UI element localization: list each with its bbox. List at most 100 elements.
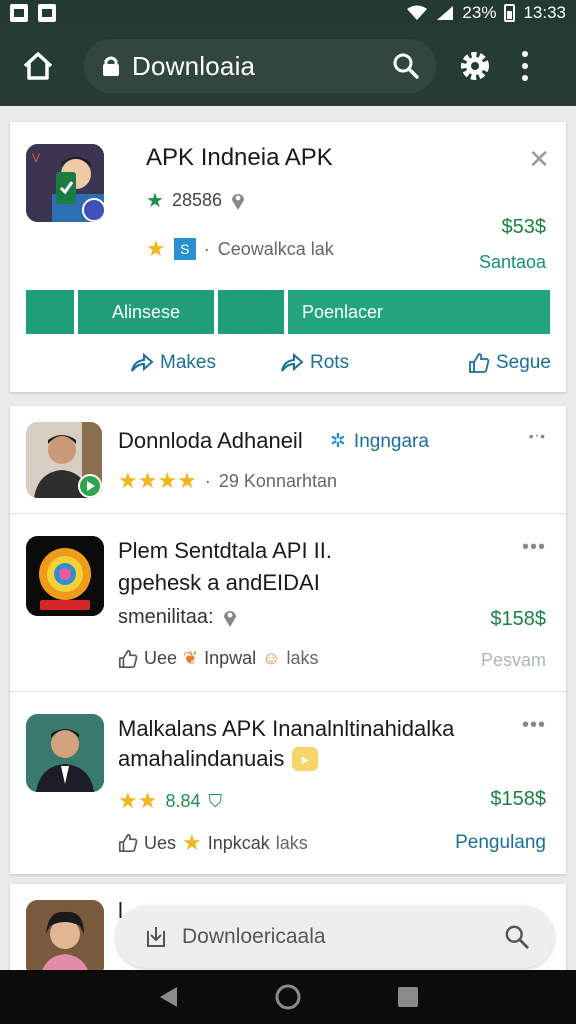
app-price: $158$ <box>490 608 546 630</box>
gallery-notification-icon <box>10 4 28 22</box>
more-options-icon[interactable]: ••• <box>522 536 546 559</box>
list-item[interactable]: Donnloda Adhaneil ✲ Ingngara •‧• ★★★★ · … <box>10 406 566 514</box>
colorful-app-icon <box>26 536 104 616</box>
app-title-line2-row: amahalindanuais ▸ <box>118 746 319 772</box>
url-text: Downloaia <box>132 50 256 81</box>
star-icon: ★★ <box>118 788 158 813</box>
person-photo-icon <box>26 714 104 792</box>
status-bar: 23% 13:33 <box>0 0 576 26</box>
app-title-line2: gpehesk a andEIDAI <box>118 570 320 595</box>
app-title-line1: Malkalans APK Inanalnltinahidalka <box>118 716 455 741</box>
more-options-icon[interactable]: ••• <box>522 714 546 737</box>
svg-text:V: V <box>32 151 40 165</box>
dot <box>522 63 528 69</box>
browser-toolbar: Downloaia <box>0 26 576 106</box>
developer-badge-icon: S <box>173 238 196 260</box>
back-icon[interactable] <box>157 985 179 1009</box>
separator-dot: · <box>204 470 211 491</box>
app-avatar-icon <box>26 714 104 792</box>
shield-check-icon: ⛉ <box>208 790 223 811</box>
more-options-icon[interactable]: •‧• <box>529 428 546 445</box>
rating-row: ★ 28586 <box>146 188 246 213</box>
app-subtitle: smenilitaa: <box>118 606 214 628</box>
app-action-link[interactable]: Pengulang <box>455 832 546 854</box>
app-illustration-icon: V <box>26 144 104 222</box>
app-avatar-icon <box>26 422 102 498</box>
recents-icon[interactable] <box>397 986 419 1008</box>
search-icon[interactable] <box>504 924 530 950</box>
home-circle-icon[interactable] <box>274 983 302 1011</box>
forward-action[interactable]: Rots <box>280 352 349 374</box>
wifi-icon <box>406 5 428 21</box>
app-avatar-icon <box>26 900 104 978</box>
search-placeholder: Downloericaala <box>182 925 326 948</box>
system-navigation-bar <box>0 970 576 1024</box>
rating-row: ★★ 8.84 ⛉ <box>118 788 222 814</box>
app-title: Donnloda Adhaneil <box>118 428 303 453</box>
location-pin-icon <box>232 193 244 210</box>
developer-row: ★ S · Ceowalkca lak <box>146 236 334 262</box>
download-notification-icon <box>38 4 56 22</box>
url-bar[interactable]: Downloaia <box>84 39 436 93</box>
download-tray-icon <box>147 927 165 947</box>
button-segment[interactable] <box>218 290 284 334</box>
rating-count: 28586 <box>171 190 222 210</box>
list-item[interactable]: Plem Sentdtala API II. gpehesk a andEIDA… <box>10 514 566 692</box>
close-icon[interactable]: ✕ <box>528 144 550 175</box>
battery-percent: 23% <box>462 3 497 22</box>
app-list-card: Donnloda Adhaneil ✲ Ingngara •‧• ★★★★ · … <box>10 406 566 874</box>
meta-row: Ues ★ Inpkcak laks <box>118 830 308 856</box>
featured-app-title[interactable]: APK Indneia APK <box>146 144 333 172</box>
thumbs-up-icon <box>469 353 490 373</box>
list-item[interactable]: Malkalans APK Inanalnltinahidalka amahal… <box>10 692 566 874</box>
secondary-button[interactable]: Poenlacer <box>288 290 550 334</box>
battery-icon <box>504 4 516 22</box>
app-price: $158$ <box>490 788 546 810</box>
home-button[interactable] <box>18 46 58 86</box>
review-count: 29 Konnarhtan <box>218 470 337 491</box>
overflow-menu-button[interactable] <box>520 51 530 81</box>
action-button-row: Alinsese Poenlacer <box>26 290 550 334</box>
thumbs-up-icon <box>119 649 138 668</box>
settings-gear-icon[interactable] <box>458 49 492 83</box>
rating-value: 8.84 <box>165 790 201 811</box>
location-pin-icon <box>223 610 236 627</box>
app-title-line1: Plem Sentdtala API II. <box>118 538 333 563</box>
badge-icon: ▸ <box>292 747 319 771</box>
star-icon: ★ <box>146 236 166 261</box>
featured-price: $53$ <box>501 216 547 238</box>
subtitle-row: smenilitaa: <box>118 606 238 629</box>
flame-icon: ❦ <box>183 648 199 668</box>
developer-name: Ceowalkca lak <box>217 238 334 259</box>
featured-app-icon[interactable]: V <box>26 144 104 222</box>
sparkle-icon: ✲ <box>330 431 346 452</box>
app-status: Pesvam <box>480 650 546 670</box>
person-photo-icon <box>26 900 104 978</box>
rating-row: ★★★★ · 29 Konnarhtan <box>118 468 337 494</box>
star-icon: ★★★★ <box>118 468 197 493</box>
like-action[interactable]: Segue <box>468 352 551 374</box>
floating-search-bar[interactable]: Downloericaala <box>116 906 554 968</box>
search-icon[interactable] <box>392 52 420 80</box>
signal-icon <box>436 5 454 21</box>
clock: 13:33 <box>523 3 566 22</box>
app-tag: ✲ Ingngara <box>330 430 429 453</box>
dot <box>522 75 528 81</box>
lock-icon <box>103 56 119 76</box>
featured-sub-label[interactable]: Santaoa <box>479 252 546 273</box>
star-icon: ★ <box>146 190 164 212</box>
thumbs-up-icon <box>119 833 138 852</box>
emoji-icon: ☺ <box>262 648 281 668</box>
app-title-line2: amahalindanuais <box>118 746 285 771</box>
home-icon <box>23 52 53 80</box>
forward-arrow-icon <box>281 353 304 372</box>
button-segment[interactable] <box>26 290 74 334</box>
featured-app-card: V APK Indneia APK ✕ ★ 28586 $53$ ★ S · C… <box>10 122 566 392</box>
person-photo-icon <box>26 422 102 498</box>
star-icon: ★ <box>182 830 202 855</box>
share-arrow-icon <box>131 353 154 372</box>
app-avatar-icon <box>26 536 104 616</box>
primary-button[interactable]: Alinsese <box>78 290 214 334</box>
dot <box>522 51 528 57</box>
share-action[interactable]: Makes <box>130 352 216 374</box>
